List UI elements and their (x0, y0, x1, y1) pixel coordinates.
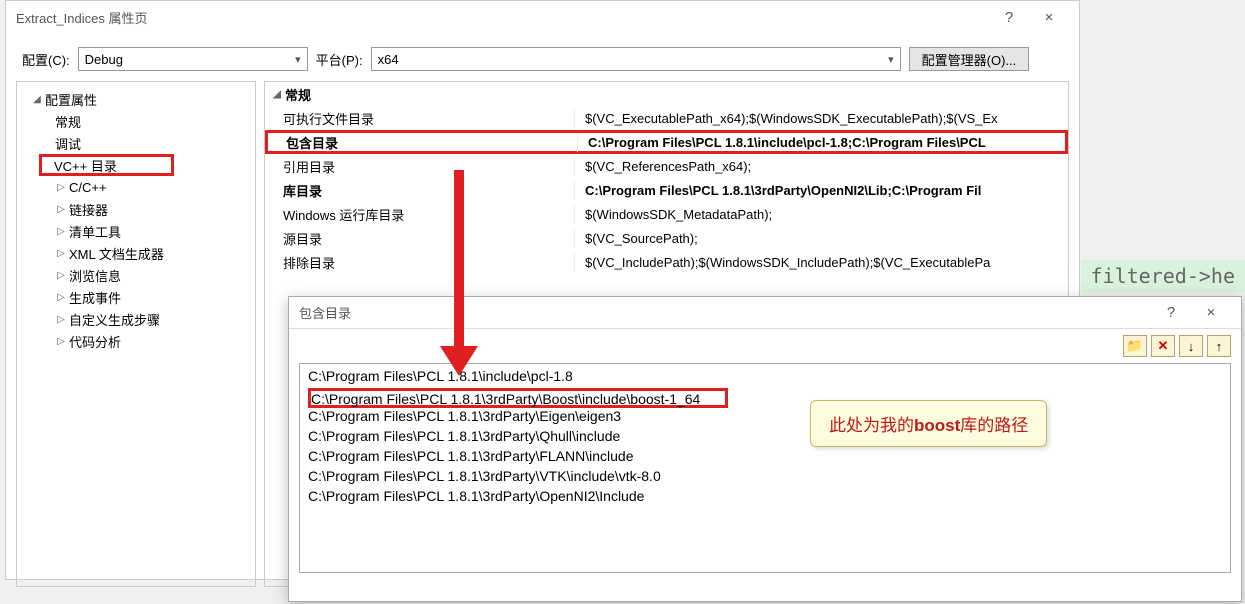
popup-toolbar: 📁 ✕ ↓ ↑ (289, 329, 1241, 359)
popup-title: 包含目录 (299, 303, 351, 322)
callout-bold: boost (914, 416, 960, 435)
tree-item-ccpp[interactable]: ▷C/C++ (21, 176, 251, 198)
tree-item-label: 浏览信息 (69, 266, 121, 285)
include-dirs-popup: 包含目录 ? × 📁 ✕ ↓ ↑ C:\Program Files\PCL 1.… (288, 296, 1242, 602)
prop-name: 源目录 (265, 229, 575, 248)
tree-item-buildevents[interactable]: ▷生成事件 (21, 286, 251, 308)
prop-name: 可执行文件目录 (265, 109, 575, 128)
triangle-right-icon: ▷ (55, 292, 67, 303)
tree-item-label: XML 文档生成器 (69, 244, 164, 263)
tree-item-label: 自定义生成步骤 (69, 310, 160, 329)
platform-combo[interactable]: x64 (371, 47, 901, 71)
triangle-right-icon: ▷ (55, 204, 67, 215)
tree-item-xmldoc[interactable]: ▷XML 文档生成器 (21, 242, 251, 264)
config-label: 配置(C): (22, 50, 70, 69)
background-code-snippet: filtered->he (1081, 260, 1245, 292)
tree-item-vcpp-dirs[interactable]: VC++ 目录 (39, 154, 174, 176)
prop-name: Windows 运行库目录 (265, 205, 575, 224)
new-line-button[interactable]: 📁 (1123, 335, 1147, 357)
prop-value[interactable]: $(VC_ReferencesPath_x64); (575, 159, 1068, 174)
tree-item-label: 代码分析 (69, 332, 121, 351)
path-line[interactable]: C:\Program Files\PCL 1.8.1\3rdParty\VTK\… (308, 468, 1222, 488)
prop-name: 库目录 (265, 181, 575, 200)
path-line[interactable]: C:\Program Files\PCL 1.8.1\3rdParty\Eige… (308, 408, 1222, 428)
triangle-right-icon: ▷ (55, 314, 67, 325)
config-tree[interactable]: ◢配置属性 常规 调试 VC++ 目录 ▷C/C++ ▷链接器 ▷清单工具 ▷X… (16, 81, 256, 587)
grid-header: ◢常规 (265, 82, 1068, 106)
config-value: Debug (85, 52, 123, 67)
tree-item-linker[interactable]: ▷链接器 (21, 198, 251, 220)
path-line-boost[interactable]: C:\Program Files\PCL 1.8.1\3rdParty\Boos… (308, 388, 728, 408)
config-row: 配置(C): Debug 平台(P): x64 配置管理器(O)... (6, 33, 1079, 81)
callout-annotation: 此处为我的boost库的路径 (810, 400, 1047, 447)
path-line[interactable]: C:\Program Files\PCL 1.8.1\3rdParty\Open… (308, 488, 1222, 508)
prop-value[interactable]: $(VC_IncludePath);$(WindowsSDK_IncludePa… (575, 255, 1068, 270)
path-line[interactable]: C:\Program Files\PCL 1.8.1\3rdParty\FLAN… (308, 448, 1222, 468)
window-title: Extract_Indices 属性页 (16, 8, 148, 27)
prop-value[interactable]: C:\Program Files\PCL 1.8.1\3rdParty\Open… (575, 183, 1068, 198)
help-icon[interactable]: ? (989, 9, 1029, 26)
triangle-right-icon: ▷ (55, 182, 67, 193)
help-icon[interactable]: ? (1151, 304, 1191, 321)
config-manager-button[interactable]: 配置管理器(O)... (909, 47, 1030, 71)
delete-line-button[interactable]: ✕ (1151, 335, 1175, 357)
triangle-down-icon: ◢ (31, 94, 43, 105)
platform-value: x64 (378, 52, 399, 67)
callout-suffix: 库的路径 (960, 416, 1028, 435)
grid-row-ref-dirs[interactable]: 引用目录$(VC_ReferencesPath_x64); (265, 154, 1068, 178)
tree-item-label: 清单工具 (69, 222, 121, 241)
prop-value[interactable]: $(VC_SourcePath); (575, 231, 1068, 246)
triangle-right-icon: ▷ (55, 270, 67, 281)
path-line[interactable]: C:\Program Files\PCL 1.8.1\3rdParty\Qhul… (308, 428, 1222, 448)
grid-row-winrt-dirs[interactable]: Windows 运行库目录$(WindowsSDK_MetadataPath); (265, 202, 1068, 226)
path-line[interactable]: C:\Program Files\PCL 1.8.1\include\pcl-1… (308, 368, 1222, 388)
tree-item-browseinfo[interactable]: ▷浏览信息 (21, 264, 251, 286)
grid-row-exec-dirs[interactable]: 可执行文件目录$(VC_ExecutablePath_x64);$(Window… (265, 106, 1068, 130)
tree-item-label: C/C++ (69, 180, 107, 195)
tree-item-codeanalysis[interactable]: ▷代码分析 (21, 330, 251, 352)
grid-row-src-dirs[interactable]: 源目录$(VC_SourcePath); (265, 226, 1068, 250)
triangle-down-icon: ◢ (271, 89, 283, 100)
tree-item-label: 链接器 (69, 200, 108, 219)
prop-value[interactable]: C:\Program Files\PCL 1.8.1\include\pcl-1… (578, 135, 1065, 150)
close-icon[interactable]: × (1191, 304, 1231, 321)
tree-item-custombuild[interactable]: ▷自定义生成步骤 (21, 308, 251, 330)
close-icon[interactable]: × (1029, 9, 1069, 26)
prop-name: 排除目录 (265, 253, 575, 272)
grid-row-include-dirs[interactable]: 包含目录C:\Program Files\PCL 1.8.1\include\p… (265, 130, 1068, 154)
tree-item-general[interactable]: 常规 (21, 110, 251, 132)
prop-value[interactable]: $(WindowsSDK_MetadataPath); (575, 207, 1068, 222)
grid-header-label: 常规 (285, 85, 311, 104)
tree-item-label: 生成事件 (69, 288, 121, 307)
triangle-right-icon: ▷ (55, 226, 67, 237)
tree-item-debug[interactable]: 调试 (21, 132, 251, 154)
tree-root-label: 配置属性 (45, 90, 97, 109)
prop-name: 包含目录 (268, 133, 578, 152)
move-down-button[interactable]: ↓ (1179, 335, 1203, 357)
triangle-right-icon: ▷ (55, 248, 67, 259)
callout-prefix: 此处为我的 (829, 416, 914, 435)
tree-item-manifest[interactable]: ▷清单工具 (21, 220, 251, 242)
popup-title-bar: 包含目录 ? × (289, 297, 1241, 329)
prop-value[interactable]: $(VC_ExecutablePath_x64);$(WindowsSDK_Ex… (575, 111, 1068, 126)
config-combo[interactable]: Debug (78, 47, 308, 71)
popup-path-list[interactable]: C:\Program Files\PCL 1.8.1\include\pcl-1… (299, 363, 1231, 573)
prop-name: 引用目录 (265, 157, 575, 176)
move-up-button[interactable]: ↑ (1207, 335, 1231, 357)
triangle-right-icon: ▷ (55, 336, 67, 347)
title-bar: Extract_Indices 属性页 ? × (6, 1, 1079, 33)
tree-root[interactable]: ◢配置属性 (21, 88, 251, 110)
platform-label: 平台(P): (316, 50, 363, 69)
grid-row-exclude-dirs[interactable]: 排除目录$(VC_IncludePath);$(WindowsSDK_Inclu… (265, 250, 1068, 274)
grid-row-lib-dirs[interactable]: 库目录C:\Program Files\PCL 1.8.1\3rdParty\O… (265, 178, 1068, 202)
